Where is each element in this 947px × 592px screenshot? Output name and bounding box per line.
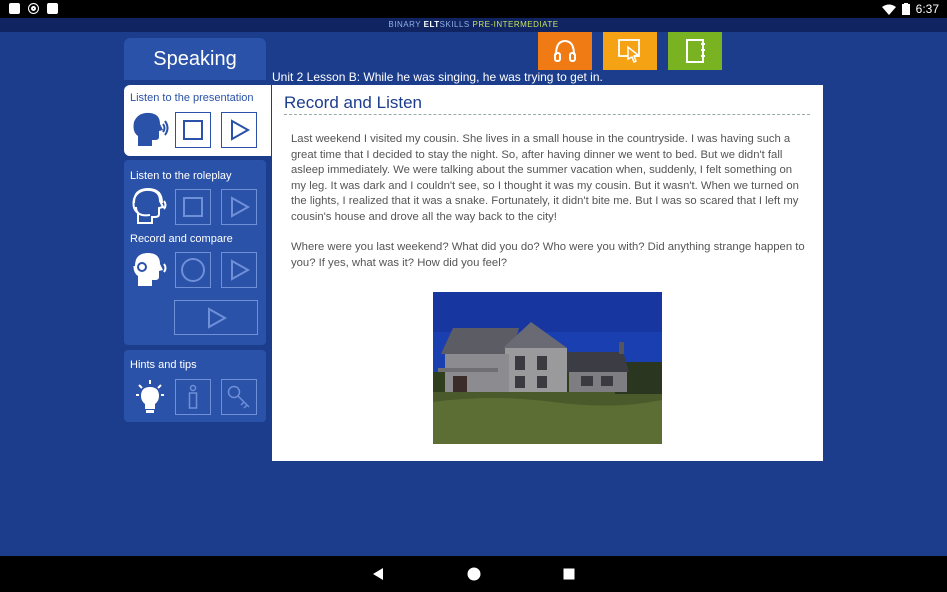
presentation-play-button[interactable] [221,112,257,148]
record-button[interactable] [175,252,211,288]
info-icon [188,384,198,409]
question-paragraph: Where were you last weekend? What did yo… [291,241,805,269]
info-button[interactable] [175,379,211,415]
compare-play-button[interactable] [174,300,258,335]
presentation-panel: Listen to the presentation [124,85,271,156]
sync-icon [28,3,39,14]
level-label: PRE-INTERMEDIATE [472,20,559,29]
play-icon [231,259,251,281]
play-icon [208,306,228,329]
hints-label: Hints and tips [130,359,197,371]
stop-icon [183,120,203,140]
play-icon [231,119,251,141]
notification-a-icon [9,3,20,14]
wifi-icon [881,4,896,15]
sd-card-icon [47,3,58,14]
content-area: Record and Listen Last weekend I visited… [272,85,823,461]
headset-head-icon [132,187,167,224]
listen-button[interactable] [538,32,592,70]
brand-suffix: SKILLS [439,20,473,29]
notebook-button[interactable] [668,32,722,70]
record-label: Record and compare [130,233,233,245]
play-icon [231,196,251,218]
status-bar: 6:37 [0,0,947,18]
roleplay-stop-button[interactable] [175,189,211,225]
story-paragraph: Last weekend I visited my cousin. She li… [291,133,799,223]
navigation-bar [0,556,947,592]
headset-head-icon [133,250,167,286]
app-header: BINARY ELTSKILLS PRE-INTERMEDIATE [0,18,947,32]
heading-divider [284,114,810,115]
brand-prefix: BINARY [388,20,424,29]
notebook-icon [686,39,705,63]
speaker-head-icon [133,112,169,146]
hints-panel: Hints and tips [124,350,266,422]
farmhouse-photo [433,292,662,444]
key-icon [227,385,250,409]
record-icon [181,258,205,282]
roleplay-play-button[interactable] [221,189,257,225]
interact-button[interactable] [603,32,657,70]
recents-icon[interactable] [561,566,577,582]
presentation-stop-button[interactable] [175,112,211,148]
lesson-title: Unit 2 Lesson B: While he was singing, h… [272,70,603,84]
brand-elt: ELT [423,20,440,29]
record-play-button[interactable] [221,252,257,288]
roleplay-panel: Listen to the roleplay Record and compar… [124,160,266,345]
touch-icon [618,39,640,64]
clock: 6:37 [915,2,939,16]
presentation-label: Listen to the presentation [130,92,254,104]
hint-bulb-button[interactable] [132,379,168,415]
headphones-icon [554,39,576,62]
content-heading: Record and Listen [284,93,422,112]
battery-icon [901,3,910,15]
key-button[interactable] [221,379,257,415]
back-icon[interactable] [370,566,386,582]
section-tab-speaking[interactable]: Speaking [124,38,266,80]
roleplay-label: Listen to the roleplay [130,170,232,182]
stop-icon [183,197,203,217]
home-icon[interactable] [466,566,482,582]
lightbulb-icon [136,380,164,413]
